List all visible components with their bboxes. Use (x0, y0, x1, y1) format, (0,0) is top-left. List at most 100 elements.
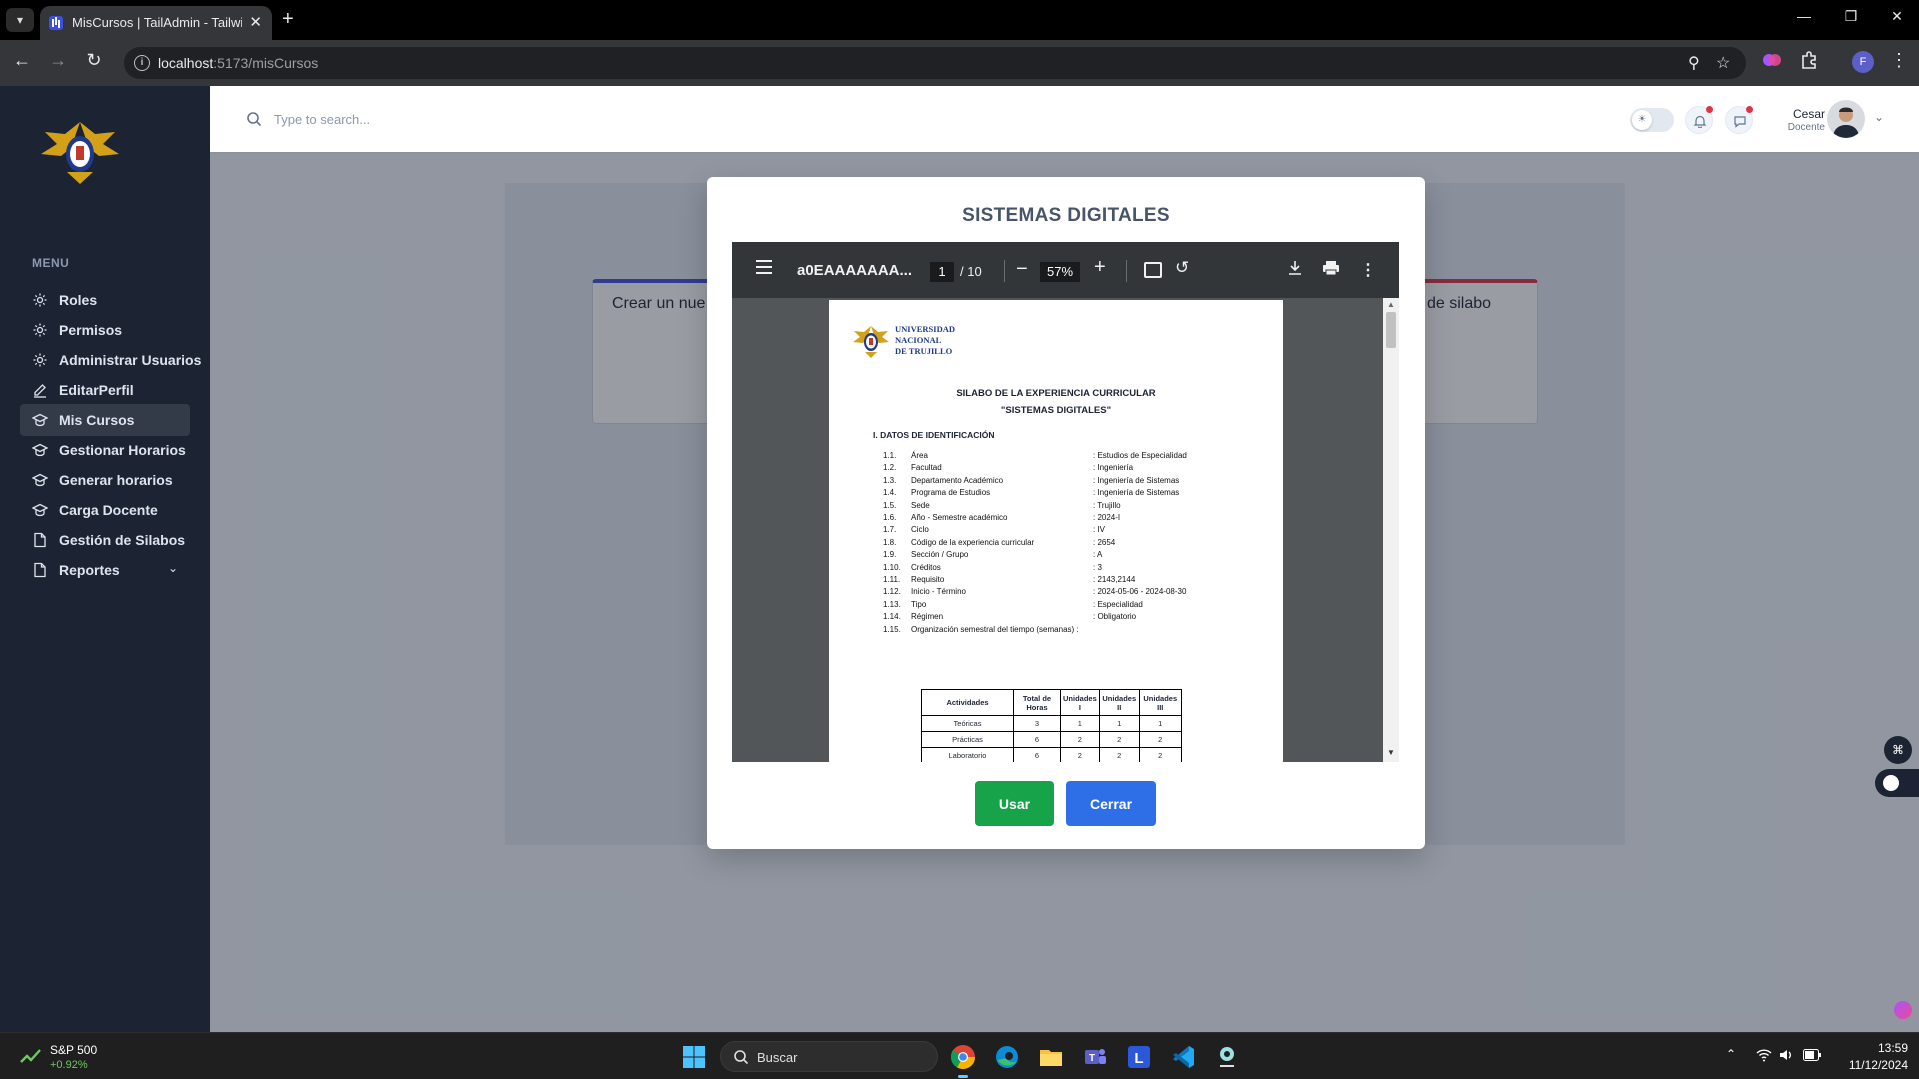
scroll-up-icon[interactable]: ▲ (1387, 300, 1395, 309)
minimize-icon[interactable]: — (1794, 8, 1814, 24)
floating-grid-widget-icon[interactable]: ⌘ (1884, 736, 1912, 764)
header-line: III (1157, 702, 1164, 712)
chrome-icon[interactable] (948, 1042, 978, 1078)
download-icon[interactable] (1287, 260, 1303, 276)
notification-button[interactable] (1685, 106, 1713, 134)
url-bar[interactable]: i localhost:5173/misCursos ⚲ ☆ (124, 47, 1746, 79)
floating-assistant-widget[interactable] (1875, 769, 1919, 797)
sidebar-item-reportes[interactable]: Reportes ⌄ (20, 554, 190, 586)
row-number: 1.11. (883, 575, 901, 584)
extension-brain-icon[interactable] (1762, 50, 1782, 70)
browser-menu-icon[interactable]: ⋮ (1887, 50, 1911, 71)
battery-icon[interactable] (1803, 1049, 1821, 1061)
floating-extension-icon[interactable] (1894, 1001, 1912, 1019)
back-icon[interactable]: ← (10, 50, 34, 71)
document-row: 1.15. Organización semestral del tiempo (… (883, 625, 1263, 637)
avatar[interactable] (1827, 100, 1865, 138)
sidebar-item-generar-horarios[interactable]: Generar horarios (20, 464, 190, 496)
pdf-viewer[interactable]: a0EAAAAAAA... 1 / 10 − 57% + ↺ ⋮ UNIVERS… (732, 242, 1399, 762)
user-name[interactable]: Cesar (1765, 107, 1825, 121)
row-number: 1.13. (883, 599, 901, 609)
tray-overflow-icon[interactable]: ⌃ (1726, 1047, 1736, 1061)
pdf-page-input[interactable]: 1 (930, 262, 954, 282)
volume-icon[interactable] (1778, 1048, 1794, 1062)
vscode-icon[interactable] (1168, 1042, 1198, 1072)
university-logo[interactable] (35, 114, 125, 190)
search-input[interactable] (274, 108, 574, 130)
extensions-puzzle-icon[interactable] (1799, 50, 1819, 70)
taskbar-search[interactable]: Buscar (720, 1041, 938, 1072)
row-label: Sede (911, 500, 930, 510)
wifi-icon[interactable] (1756, 1048, 1772, 1062)
rotate-icon[interactable]: ↺ (1175, 258, 1189, 278)
university-line: UNIVERSIDAD (895, 324, 955, 334)
browser-address-bar: ← → ↻ i localhost:5173/misCursos ⚲ ☆ F ⋮ (0, 40, 1919, 86)
sidebar-item-label: Permisos (59, 322, 123, 338)
fit-page-icon[interactable] (1144, 262, 1162, 278)
top-header: ☀ Cesar Docente ⌄ (210, 86, 1919, 152)
maps-pin-icon[interactable] (1212, 1042, 1242, 1072)
clock-time[interactable]: 13:59 (1862, 1041, 1908, 1055)
pdf-scrollbar-thumb[interactable] (1386, 312, 1396, 348)
sidebar-item-permisos[interactable]: Permisos (20, 314, 190, 346)
sidebar-item-roles[interactable]: Roles (20, 284, 190, 316)
lenovo-app-icon[interactable]: L (1124, 1042, 1154, 1072)
sidebar-item-carga-docente[interactable]: Carga Docente (20, 494, 190, 526)
tab-close-icon[interactable]: ✕ (249, 13, 262, 31)
forward-icon[interactable]: → (46, 50, 70, 71)
pdf-zoom-value[interactable]: 57% (1040, 262, 1080, 282)
zoom-out-icon[interactable]: − (1016, 258, 1028, 281)
stock-chart-icon[interactable] (20, 1047, 42, 1065)
row-label: Facultad (911, 463, 942, 473)
sidebar-item-gestion-silabos[interactable]: Gestión de Silabos (20, 524, 190, 556)
bookmark-star-icon[interactable]: ☆ (1716, 53, 1730, 73)
tab-search-button[interactable]: ▾ (6, 8, 34, 32)
sidebar-item-gestionar-horarios[interactable]: Gestionar Horarios (20, 434, 190, 466)
restore-icon[interactable]: ❐ (1841, 8, 1861, 25)
use-button[interactable]: Usar (975, 781, 1054, 826)
zoom-icon[interactable]: ⚲ (1688, 53, 1700, 73)
browser-tab[interactable]: MisCursos | TailAdmin - Tailwind ✕ (40, 6, 272, 40)
scroll-down-icon[interactable]: ▼ (1387, 748, 1395, 757)
chevron-down-icon[interactable]: ⌄ (168, 561, 178, 575)
table-cell: 1 (1098, 715, 1140, 732)
row-value: : Ingeniería (1093, 463, 1134, 473)
bell-icon (1693, 115, 1707, 128)
row-label: Inicio - Término (911, 587, 966, 597)
file-explorer-icon[interactable] (1036, 1042, 1066, 1072)
clock-date[interactable]: 11/12/2024 (1836, 1058, 1908, 1072)
new-tab-button[interactable]: + (282, 8, 294, 30)
edge-icon[interactable] (992, 1042, 1022, 1072)
reload-icon[interactable]: ↻ (82, 50, 106, 71)
window-close-icon[interactable]: ✕ (1887, 8, 1907, 25)
header-line: Horas (1026, 702, 1048, 712)
teams-icon[interactable]: T (1080, 1042, 1110, 1072)
close-button[interactable]: Cerrar (1066, 781, 1156, 826)
document-university-name: UNIVERSIDAD NACIONAL DE TRUJILLO (895, 324, 955, 357)
sidebar-item-label: Administrar Usuarios (59, 352, 202, 368)
row-value: : 2024-05-06 - 2024-08-30 (1093, 587, 1187, 597)
row-label: Régimen (911, 612, 944, 622)
document-row: 1.14. Régimen: Obligatorio (883, 612, 1263, 624)
chevron-down-icon[interactable]: ⌄ (1874, 110, 1884, 124)
pdf-scrollbar[interactable]: ▲ ▼ (1383, 298, 1399, 762)
sidebar-item-editar-perfil[interactable]: EditarPerfil (20, 374, 190, 406)
zoom-in-icon[interactable]: + (1094, 256, 1106, 279)
site-info-icon[interactable]: i (134, 55, 150, 71)
sidebar-item-administrar-usuarios[interactable]: Administrar Usuarios (20, 344, 201, 376)
hamburger-menu-icon[interactable] (756, 260, 772, 274)
sidebar-item-mis-cursos[interactable]: Mis Cursos (20, 404, 190, 436)
gear-icon (33, 353, 47, 367)
stock-name[interactable]: S&P 500 (50, 1043, 97, 1057)
profile-avatar[interactable]: F (1852, 51, 1874, 73)
more-vertical-icon[interactable]: ⋮ (1360, 260, 1376, 280)
taskbar-search-label: Buscar (757, 1050, 798, 1065)
messages-button[interactable] (1725, 106, 1753, 134)
dark-mode-toggle[interactable]: ☀ (1630, 108, 1674, 132)
windows-start-icon[interactable] (682, 1045, 706, 1069)
print-icon[interactable] (1322, 260, 1340, 276)
url-host: localhost (158, 55, 214, 71)
row-label: Ciclo (911, 525, 929, 535)
document-row: 1.9. Sección / Grupo: A (883, 550, 1263, 562)
search-icon[interactable] (246, 111, 262, 127)
